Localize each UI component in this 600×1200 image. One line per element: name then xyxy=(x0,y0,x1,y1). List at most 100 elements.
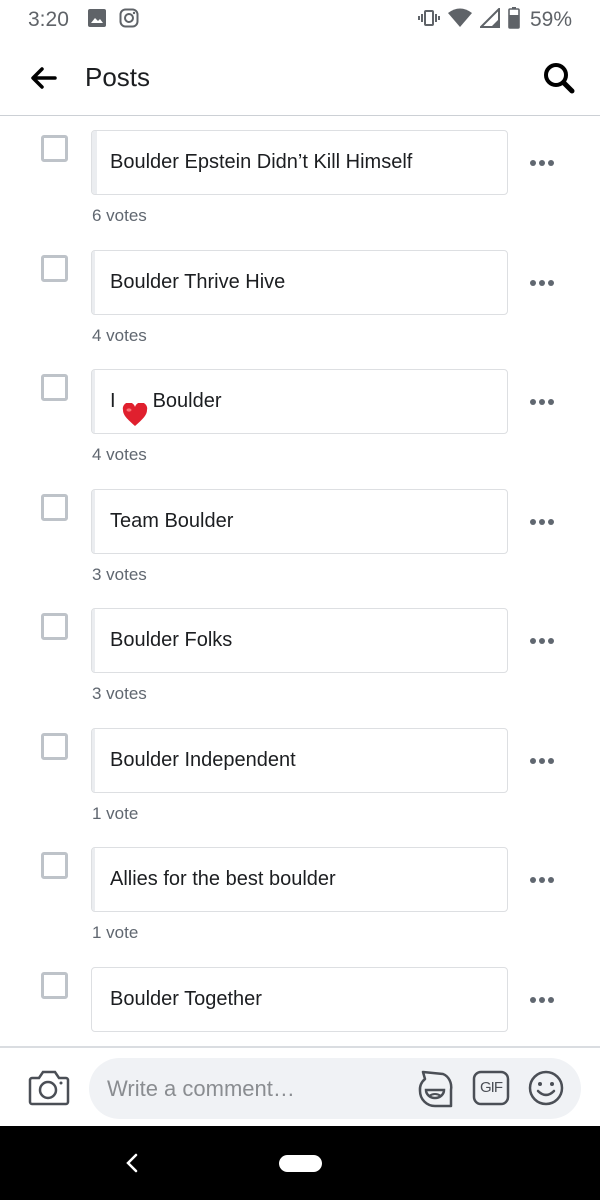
poll-option-votes[interactable]: 3 votes xyxy=(92,565,147,585)
poll-option-more-button[interactable] xyxy=(522,388,562,416)
poll-option-votes[interactable]: 3 votes xyxy=(92,684,147,704)
poll-option-more-button[interactable] xyxy=(522,986,562,1014)
poll-option-vote-bar xyxy=(92,609,95,672)
search-button[interactable] xyxy=(536,55,582,101)
more-dot xyxy=(548,997,554,1003)
system-nav-bar xyxy=(0,1126,600,1200)
poll-option-row: Boulder Thrive Hive 4 votes xyxy=(0,237,600,357)
battery-icon xyxy=(508,6,520,34)
poll-option-vote-bar xyxy=(92,131,97,194)
gif-button[interactable]: GIF xyxy=(472,1070,510,1106)
poll-option-checkbox[interactable] xyxy=(41,494,68,521)
poll-option-box[interactable]: Allies for the best boulder xyxy=(91,847,508,912)
poll-option-checkbox[interactable] xyxy=(41,135,68,162)
more-dot xyxy=(548,519,554,525)
more-dot xyxy=(548,399,554,405)
poll-option-checkbox[interactable] xyxy=(41,852,68,879)
emoji-button[interactable] xyxy=(527,1069,565,1107)
more-dot xyxy=(539,638,545,644)
poll-option-label: Boulder Thrive Hive xyxy=(110,271,286,293)
poll-option-box[interactable]: Boulder Folks xyxy=(91,608,508,673)
poll-option-box[interactable]: Team Boulder xyxy=(91,489,508,554)
poll-option-more-button[interactable] xyxy=(522,627,562,655)
more-dot xyxy=(548,280,554,286)
status-time: 3:20 xyxy=(28,8,69,31)
poll-option-box[interactable]: I Boulder xyxy=(91,369,508,434)
poll-option-row: Boulder Independent 1 vote xyxy=(0,715,600,835)
page-title: Posts xyxy=(85,62,151,92)
poll-option-box[interactable]: Boulder Thrive Hive xyxy=(91,250,508,315)
more-dot xyxy=(548,758,554,764)
poll-option-votes[interactable]: 1 vote xyxy=(92,804,138,824)
poll-option-box[interactable]: Boulder Together xyxy=(91,967,508,1032)
camera-icon xyxy=(28,1070,70,1106)
camera-button[interactable] xyxy=(28,1068,70,1108)
more-dot xyxy=(548,877,554,883)
poll-option-vote-bar xyxy=(92,251,95,314)
poll-option-checkbox[interactable] xyxy=(41,733,68,760)
poll-option-more-button[interactable] xyxy=(522,269,562,297)
poll-option-more-button[interactable] xyxy=(522,149,562,177)
poll-option-label: Boulder Folks xyxy=(110,629,233,651)
sticker-icon xyxy=(418,1070,453,1108)
search-icon xyxy=(544,62,575,93)
more-horizontal-icon xyxy=(530,877,536,883)
poll-option-more-button[interactable] xyxy=(522,866,562,894)
poll-option-row: Boulder Folks 3 votes xyxy=(0,595,600,715)
more-dot xyxy=(539,519,545,525)
heart-emoji-icon xyxy=(122,390,148,426)
comment-input-container: GIF xyxy=(89,1058,581,1119)
more-horizontal-icon xyxy=(530,638,536,644)
poll-option-label: Boulder Independent xyxy=(110,749,296,771)
more-dot xyxy=(539,997,545,1003)
more-dot xyxy=(539,399,545,405)
vibrate-icon xyxy=(417,8,440,33)
nav-back-icon xyxy=(126,1153,138,1173)
home-pill-icon[interactable] xyxy=(279,1155,322,1172)
poll-option-votes[interactable]: 4 votes xyxy=(92,326,147,346)
poll-option-row: I Boulder 4 votes xyxy=(0,356,600,476)
poll-option-label-before: I xyxy=(110,390,116,412)
poll-option-vote-bar xyxy=(92,370,95,433)
more-horizontal-icon xyxy=(530,399,536,405)
more-horizontal-icon xyxy=(530,160,536,166)
poll-option-row: Team Boulder 3 votes xyxy=(0,476,600,596)
poll-option-checkbox[interactable] xyxy=(41,613,68,640)
signal-icon xyxy=(478,6,500,33)
poll-option-label: Boulder Epstein Didn’t Kill Himself xyxy=(110,151,413,173)
poll-option-more-button[interactable] xyxy=(522,747,562,775)
poll-option-label: Team Boulder xyxy=(110,510,234,532)
poll-option-checkbox[interactable] xyxy=(41,374,68,401)
poll-option-checkbox[interactable] xyxy=(41,255,68,282)
poll-option-box[interactable]: Boulder Independent xyxy=(91,728,508,793)
more-horizontal-icon xyxy=(530,997,536,1003)
poll-option-label: Allies for the best boulder xyxy=(110,868,336,890)
poll-option-checkbox[interactable] xyxy=(41,972,68,999)
more-dot xyxy=(548,638,554,644)
poll-option-box[interactable]: Boulder Epstein Didn’t Kill Himself xyxy=(91,130,508,195)
more-dot xyxy=(539,160,545,166)
more-dot xyxy=(539,758,545,764)
poll-option-votes[interactable]: 4 votes xyxy=(92,445,147,465)
poll-option-label: I Boulder xyxy=(110,370,222,433)
app-header: Posts xyxy=(0,40,600,116)
wifi-icon xyxy=(447,8,472,33)
poll-option-votes[interactable]: 1 vote xyxy=(92,923,138,943)
poll-option-more-button[interactable] xyxy=(522,508,562,536)
poll-option-votes[interactable]: 6 votes xyxy=(92,206,147,226)
comment-bar: GIF xyxy=(0,1046,600,1126)
battery-percentage: 59% xyxy=(529,8,572,31)
status-left-icons xyxy=(87,8,139,33)
poll-option-row: Boulder Epstein Didn’t Kill Himself 6 vo… xyxy=(0,117,600,237)
image-icon xyxy=(87,8,107,33)
sticker-button[interactable] xyxy=(415,1068,455,1110)
more-dot xyxy=(548,160,554,166)
poll-options-list[interactable]: Boulder Epstein Didn’t Kill Himself 6 vo… xyxy=(0,117,600,1047)
nav-back-button[interactable] xyxy=(118,1148,148,1178)
poll-option-vote-bar xyxy=(92,848,95,911)
poll-option-row: Boulder Together xyxy=(0,954,600,1047)
comment-input[interactable] xyxy=(107,1058,407,1119)
back-button[interactable] xyxy=(13,48,73,108)
poll-option-label: Boulder Together xyxy=(110,988,262,1010)
more-dot xyxy=(539,877,545,883)
